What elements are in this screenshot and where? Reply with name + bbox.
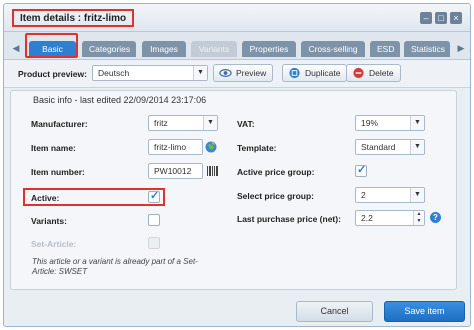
delete-icon (353, 67, 364, 79)
set-article-checkbox (148, 237, 160, 249)
tab-variants: Variants (191, 41, 237, 57)
product-preview-label: Product preview: (18, 69, 87, 79)
tab-properties[interactable]: Properties (242, 41, 296, 57)
delete-button-label: Delete (369, 68, 394, 78)
spinner-up-icon[interactable]: ▲ (414, 211, 424, 218)
tab-scroll-right-icon[interactable]: ▶ (455, 41, 467, 55)
panel-title: Basic info - last edited 22/09/2014 23:1… (33, 95, 207, 105)
checkmark-icon: ✓ (357, 164, 367, 176)
tab-scroll-left-icon[interactable]: ◀ (10, 41, 22, 55)
tab-cross-selling[interactable]: Cross-selling (301, 41, 365, 57)
chevron-down-icon: ▼ (193, 66, 207, 80)
tab-images[interactable]: Images (142, 41, 186, 57)
template-select[interactable]: Standard ▼ (355, 139, 425, 155)
set-article-note: This article or a variant is already par… (32, 257, 198, 276)
tab-statistics[interactable]: Statistics (404, 41, 450, 57)
price-group-value: 2 (361, 190, 366, 200)
chevron-down-icon: ▼ (410, 188, 424, 202)
item-number-value: PW10012 (154, 166, 192, 176)
preview-button-label: Preview (236, 68, 267, 78)
last-purchase-price-field[interactable]: 2.2 ▲ ▼ (355, 210, 425, 226)
manufacturer-select[interactable]: fritz ▼ (148, 115, 218, 131)
tab-esd[interactable]: ESD (370, 41, 400, 57)
help-icon[interactable]: ? (430, 212, 441, 223)
minimize-icon[interactable]: – (420, 12, 432, 24)
active-price-group-label: Active price group: (237, 167, 315, 177)
last-purchase-price-value: 2.2 (361, 213, 373, 223)
duplicate-button[interactable]: Duplicate (282, 64, 348, 82)
delete-button[interactable]: Delete (346, 64, 401, 82)
price-group-select[interactable]: 2 ▼ (355, 187, 425, 203)
language-select[interactable]: Deutsch ▼ (92, 65, 208, 81)
item-name-label: Item name: (31, 143, 76, 153)
active-price-group-checkbox[interactable]: ✓ (355, 164, 367, 177)
last-purchase-price-label: Last purchase price (net): (237, 214, 341, 224)
duplicate-icon (289, 67, 300, 79)
set-article-label: Set-Article: (31, 239, 77, 249)
window-title: Item details : fritz-limo (12, 9, 135, 27)
cancel-button[interactable]: Cancel (296, 301, 373, 322)
template-value: Standard (361, 142, 396, 152)
spinner-down-icon[interactable]: ▼ (414, 218, 424, 225)
language-select-value: Deutsch (98, 68, 130, 78)
chevron-down-icon: ▼ (410, 116, 424, 130)
close-icon[interactable]: × (450, 12, 462, 24)
preview-button[interactable]: Preview (213, 64, 274, 82)
select-price-group-label: Select price group: (237, 191, 314, 201)
eye-icon (219, 69, 232, 77)
active-label: Active: (31, 193, 60, 203)
price-spinner[interactable]: ▲ ▼ (413, 211, 424, 225)
chevron-down-icon: ▼ (203, 116, 217, 130)
barcode-icon[interactable] (207, 166, 218, 176)
manufacturer-label: Manufacturer: (31, 119, 88, 129)
manufacturer-value: fritz (154, 118, 168, 128)
variants-label: Variants: (31, 216, 67, 226)
toolbar: Product preview: Deutsch ▼ Preview Dupli… (4, 60, 470, 88)
chevron-down-icon: ▼ (410, 140, 424, 154)
item-name-field[interactable]: fritz-limo (148, 139, 203, 155)
translate-globe-icon[interactable] (205, 141, 217, 153)
variants-checkbox[interactable] (148, 214, 160, 226)
vat-select[interactable]: 19% ▼ (355, 115, 425, 131)
title-bar: Item details : fritz-limo – □ × (4, 4, 470, 32)
duplicate-button-label: Duplicate (305, 68, 341, 78)
vat-value: 19% (361, 118, 379, 128)
active-checkbox[interactable]: ✓ (148, 190, 160, 203)
vat-label: VAT: (237, 119, 255, 129)
maximize-icon[interactable]: □ (435, 12, 447, 24)
template-label: Template: (237, 143, 277, 153)
item-name-value: fritz-limo (154, 142, 187, 152)
checkmark-icon: ✓ (150, 190, 160, 202)
tab-categories[interactable]: Categories (82, 41, 136, 57)
item-number-label: Item number: (31, 167, 85, 177)
window-controls: – □ × (420, 12, 462, 24)
item-number-field[interactable]: PW10012 (148, 163, 203, 179)
save-item-button[interactable]: Save item (384, 301, 465, 322)
basic-info-tab-highlight (25, 33, 78, 58)
